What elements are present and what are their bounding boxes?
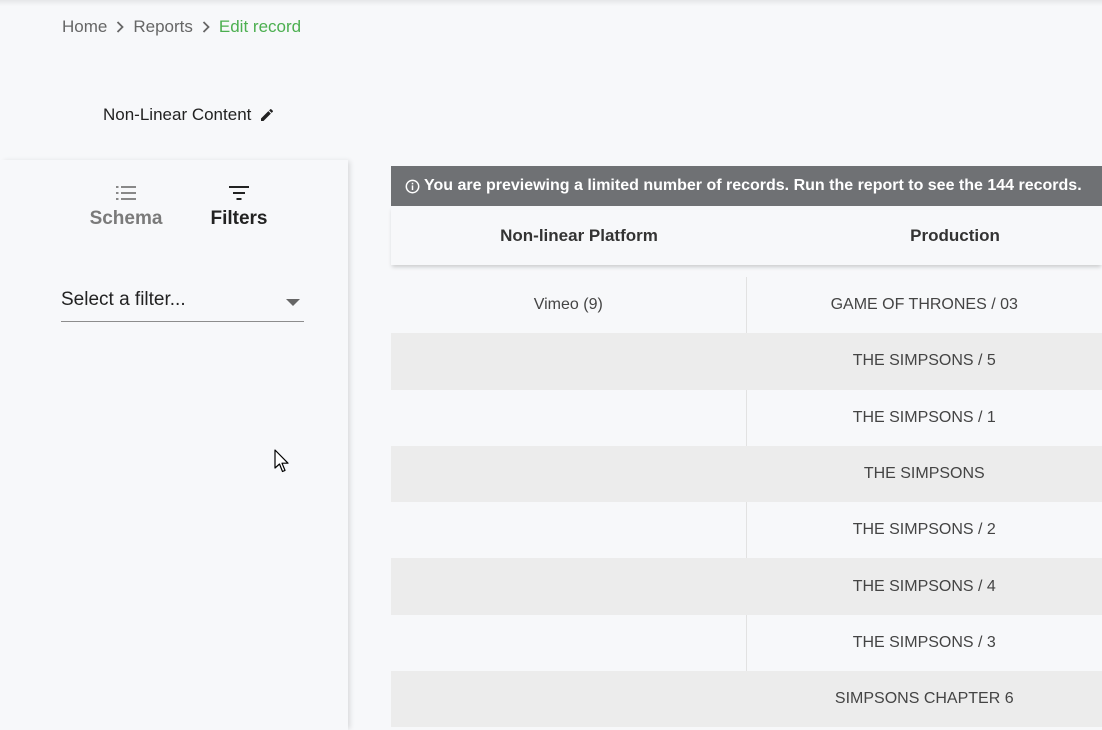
breadcrumb-edit-record: Edit record	[218, 17, 302, 36]
platform-cell	[391, 333, 747, 390]
preview-banner: You are previewing a limited number of r…	[391, 166, 1102, 206]
report-title-text: Non-Linear Content	[103, 105, 252, 124]
table-row: THE SIMPSONS / 4	[391, 558, 1102, 615]
table-row: THE SIMPSONS / 5	[391, 333, 1102, 390]
platform-cell	[391, 614, 747, 672]
mouse-cursor-icon	[274, 449, 289, 473]
breadcrumb-home[interactable]: Home	[62, 17, 107, 37]
column-header-platform[interactable]: Non-linear Platform	[391, 206, 767, 265]
table-header: Non-linear Platform Production	[391, 206, 1102, 265]
production-cell: THE SIMPSONS / 5	[852, 352, 996, 370]
production-cell: GAME OF THRONES / 03	[830, 296, 1018, 314]
production-cell: THE SIMPSONS / 3	[852, 633, 996, 651]
top-shadow	[0, 0, 1102, 6]
breadcrumb: Home Reports Edit record	[62, 17, 301, 37]
production-cell: THE SIMPSONS	[863, 465, 985, 483]
platform-cell	[391, 558, 747, 615]
production-cell: THE SIMPSONS / 1	[852, 408, 996, 426]
preview-banner-text: You are previewing a limited number of r…	[424, 177, 1082, 194]
platform-cell	[391, 671, 747, 728]
table-row: THE SIMPSONS	[391, 445, 1102, 503]
table-row: Vimeo (9) GAME OF THRONES / 03	[391, 277, 1102, 334]
tab-filters-label: Filters	[210, 208, 268, 229]
column-header-production[interactable]: Production	[767, 206, 1102, 265]
list-icon	[116, 186, 136, 200]
chevron-right-icon	[193, 17, 219, 37]
table-row: SIMPSONS CHAPTER 6	[391, 671, 1102, 728]
table-row: THE SIMPSONS / 3	[391, 614, 1102, 672]
left-panel: Schema Filters Select a filter...	[0, 160, 348, 730]
filter-select[interactable]: Select a filter...	[61, 287, 304, 322]
info-icon	[405, 179, 420, 193]
platform-cell	[391, 389, 747, 446]
table-row: THE SIMPSONS / 1	[391, 389, 1102, 446]
production-cell: THE SIMPSONS / 4	[852, 577, 996, 595]
platform-cell	[391, 445, 747, 503]
breadcrumb-reports[interactable]: Reports	[133, 17, 193, 37]
chevron-right-icon	[107, 17, 133, 37]
tab-schema[interactable]: Schema	[71, 184, 181, 230]
tab-schema-label: Schema	[89, 208, 163, 229]
pencil-icon[interactable]	[259, 107, 275, 123]
tab-filters[interactable]: Filters	[184, 184, 294, 230]
filter-select-placeholder: Select a filter...	[61, 289, 186, 310]
platform-cell: Vimeo (9)	[391, 277, 747, 334]
caret-down-icon	[286, 299, 300, 306]
production-cell: THE SIMPSONS / 2	[852, 521, 996, 539]
platform-cell	[391, 502, 747, 559]
table-row: THE SIMPSONS / 2	[391, 502, 1102, 559]
report-title: Non-Linear Content	[103, 105, 275, 125]
filter-icon	[229, 186, 249, 200]
table-body: Vimeo (9) GAME OF THRONES / 03 THE SIMPS…	[391, 277, 1102, 730]
production-cell: SIMPSONS CHAPTER 6	[834, 690, 1014, 708]
